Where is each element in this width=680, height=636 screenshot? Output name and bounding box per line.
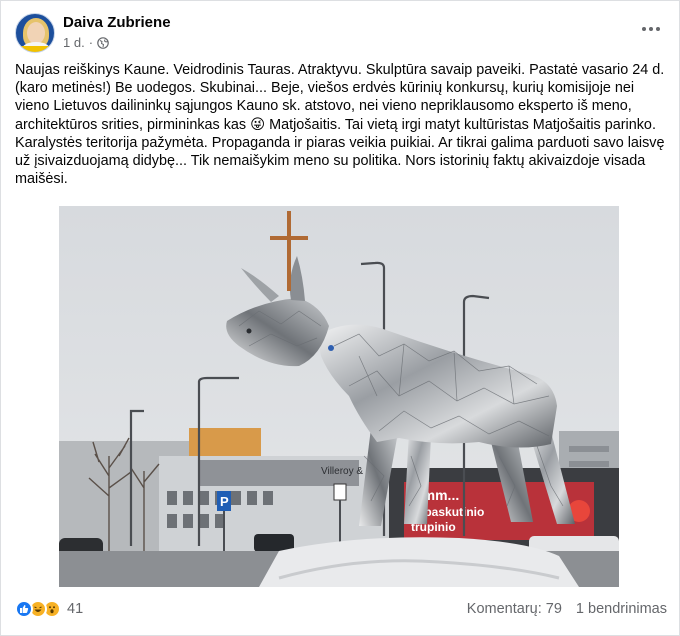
meta-separator: · xyxy=(88,35,94,50)
shares-count[interactable]: 1 bendrinimas xyxy=(576,601,667,617)
post-header: Daiva Zubriene 1 d. · xyxy=(15,11,667,55)
like-icon xyxy=(15,600,33,618)
post-stats: Komentarų: 79 1 bendrinimas xyxy=(467,601,667,617)
post-footer: 41 Komentarų: 79 1 bendrinimas xyxy=(15,595,667,623)
post-meta: 1 d. · xyxy=(63,35,109,50)
author-name[interactable]: Daiva Zubriene xyxy=(63,14,171,31)
more-options-icon[interactable] xyxy=(637,19,665,39)
reactions-summary[interactable]: 41 xyxy=(15,600,83,618)
parking-sign-text: P xyxy=(220,494,229,509)
facebook-post: Daiva Zubriene 1 d. · Naujas reiškinys K… xyxy=(0,0,680,636)
reaction-count[interactable]: 41 xyxy=(67,601,83,617)
post-text: Naujas reiškinys Kaune. Veidrodinis Taur… xyxy=(15,62,665,188)
globe-icon xyxy=(97,36,109,49)
post-time[interactable]: 1 d. xyxy=(63,35,85,50)
avatar[interactable] xyxy=(15,13,55,53)
bull-sculpture-photo: Villeroy & Boch Mmm... ki paskutinio tru… xyxy=(59,206,619,587)
comments-count[interactable]: Komentarų: 79 xyxy=(467,601,562,617)
post-photo[interactable]: Villeroy & Boch Mmm... ki paskutinio tru… xyxy=(59,206,619,587)
